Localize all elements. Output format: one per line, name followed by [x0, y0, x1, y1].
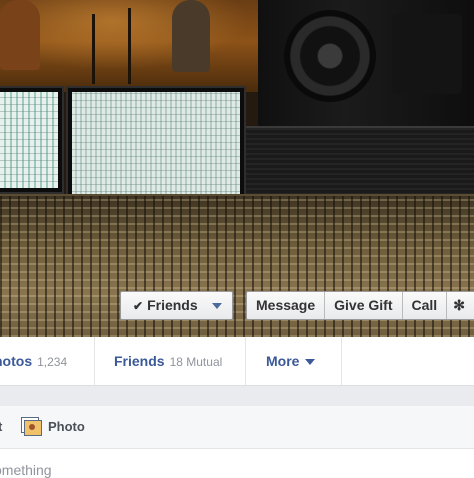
tab-friends-label: Friends — [114, 353, 165, 369]
composer-photo-label: Photo — [48, 419, 85, 434]
profile-action-group: Message Give Gift Call ✻ — [246, 291, 474, 320]
composer-photo-tab[interactable]: Photo — [24, 406, 85, 448]
composer-toolbar: t Photo — [0, 406, 474, 449]
call-button[interactable]: Call — [403, 292, 448, 319]
tab-more[interactable]: More — [266, 337, 316, 385]
cover-person-right — [172, 0, 210, 72]
post-composer: t Photo omething — [0, 406, 474, 478]
cover-mic-stand — [128, 8, 131, 84]
cover-monitor-right — [66, 86, 246, 204]
photo-icon — [24, 419, 42, 436]
tab-photos-label: hotos — [0, 353, 33, 369]
cover-mic-stand — [92, 14, 95, 84]
cover-monitor-screen — [0, 92, 58, 188]
composer-status-label: t — [0, 419, 3, 434]
composer-status-tab[interactable]: t — [0, 406, 2, 448]
friends-button-label: Friends — [147, 297, 198, 313]
tab-more-label: More — [266, 353, 300, 369]
cover-speaker-cone — [284, 10, 376, 102]
give-gift-button[interactable]: Give Gift — [325, 292, 403, 319]
gear-icon[interactable]: ✻ — [447, 292, 471, 319]
caret-down-icon — [212, 303, 222, 309]
tab-photos[interactable]: hotos 1,234 — [0, 337, 67, 385]
tab-divider — [94, 337, 95, 385]
tab-divider — [341, 337, 342, 385]
friends-button[interactable]: ✔ Friends — [120, 291, 233, 320]
section-gap — [0, 386, 474, 406]
cover-room-light — [20, 0, 250, 70]
cover-monitor-screen — [72, 92, 240, 198]
chevron-down-icon — [305, 359, 316, 366]
tab-friends-count: 18 Mutual — [169, 355, 223, 369]
tab-divider — [245, 337, 246, 385]
cover-person-left — [0, 0, 40, 70]
check-icon: ✔ — [133, 299, 144, 313]
tab-friends[interactable]: Friends 18 Mutual — [114, 337, 222, 385]
cover-monitor-left — [0, 86, 64, 194]
composer-input[interactable]: omething — [0, 462, 52, 478]
tab-photos-count: 1,234 — [37, 355, 68, 369]
message-button[interactable]: Message — [247, 292, 326, 319]
profile-tabs: hotos 1,234 Friends 18 Mutual More — [0, 337, 474, 386]
cover-speaker-panel — [392, 14, 462, 94]
cover-photo[interactable] — [0, 0, 474, 337]
